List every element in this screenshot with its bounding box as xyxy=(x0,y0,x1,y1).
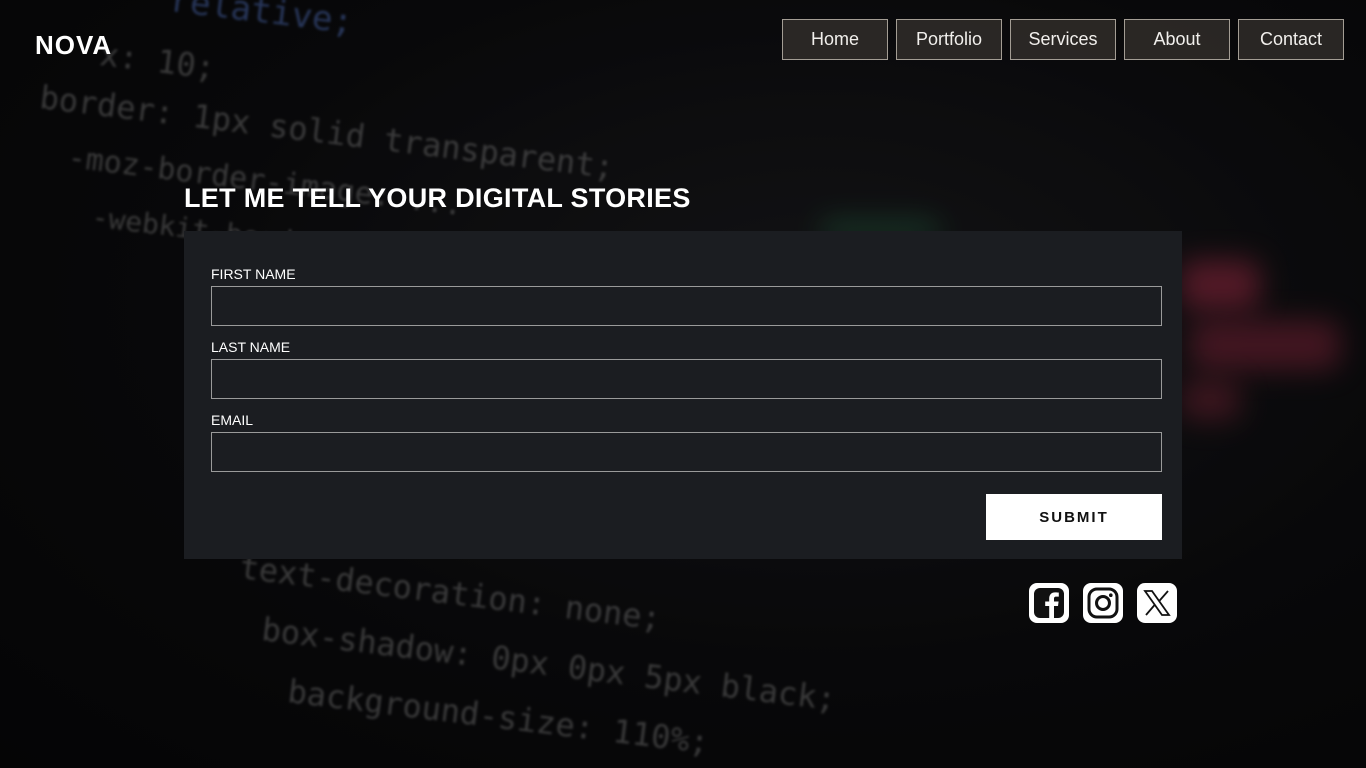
background-blob xyxy=(1190,320,1340,370)
nav-about-button[interactable]: About xyxy=(1124,19,1230,60)
email-field[interactable] xyxy=(211,432,1162,472)
last-name-label: LAST NAME xyxy=(211,339,291,355)
nav-home-button[interactable]: Home xyxy=(782,19,888,60)
nav-services-button[interactable]: Services xyxy=(1010,19,1116,60)
background-blob xyxy=(1180,380,1240,420)
first-name-label: FIRST NAME xyxy=(211,266,296,282)
main-nav: Home Portfolio Services About Contact xyxy=(782,19,1344,60)
code-line: relative; xyxy=(167,0,356,43)
code-line: box-shadow: 0px 0px 5px black; xyxy=(259,610,838,719)
code-line: text-decoration: none; xyxy=(237,548,663,638)
code-line: border: 1px solid transparent; xyxy=(37,78,616,187)
code-line: x: 10; xyxy=(97,35,218,87)
submit-button[interactable]: SUBMIT xyxy=(986,494,1162,540)
email-label: EMAIL xyxy=(211,412,254,428)
site-logo[interactable]: NOVA xyxy=(35,30,112,61)
facebook-icon[interactable] xyxy=(1029,583,1069,623)
code-line: background-size: 110%; xyxy=(285,672,711,762)
social-links xyxy=(1029,583,1177,623)
nav-contact-button[interactable]: Contact xyxy=(1238,19,1344,60)
x-icon[interactable] xyxy=(1137,583,1177,623)
contact-form: FIRST NAME LAST NAME EMAIL SUBMIT xyxy=(184,231,1182,559)
last-name-field[interactable] xyxy=(211,359,1162,399)
instagram-icon[interactable] xyxy=(1083,583,1123,623)
first-name-field[interactable] xyxy=(211,286,1162,326)
page: relative; x: 10; border: 1px solid trans… xyxy=(0,0,1366,768)
background-blob xyxy=(1180,260,1260,310)
nav-portfolio-button[interactable]: Portfolio xyxy=(896,19,1002,60)
page-title: LET ME TELL YOUR DIGITAL STORIES xyxy=(184,183,691,213)
